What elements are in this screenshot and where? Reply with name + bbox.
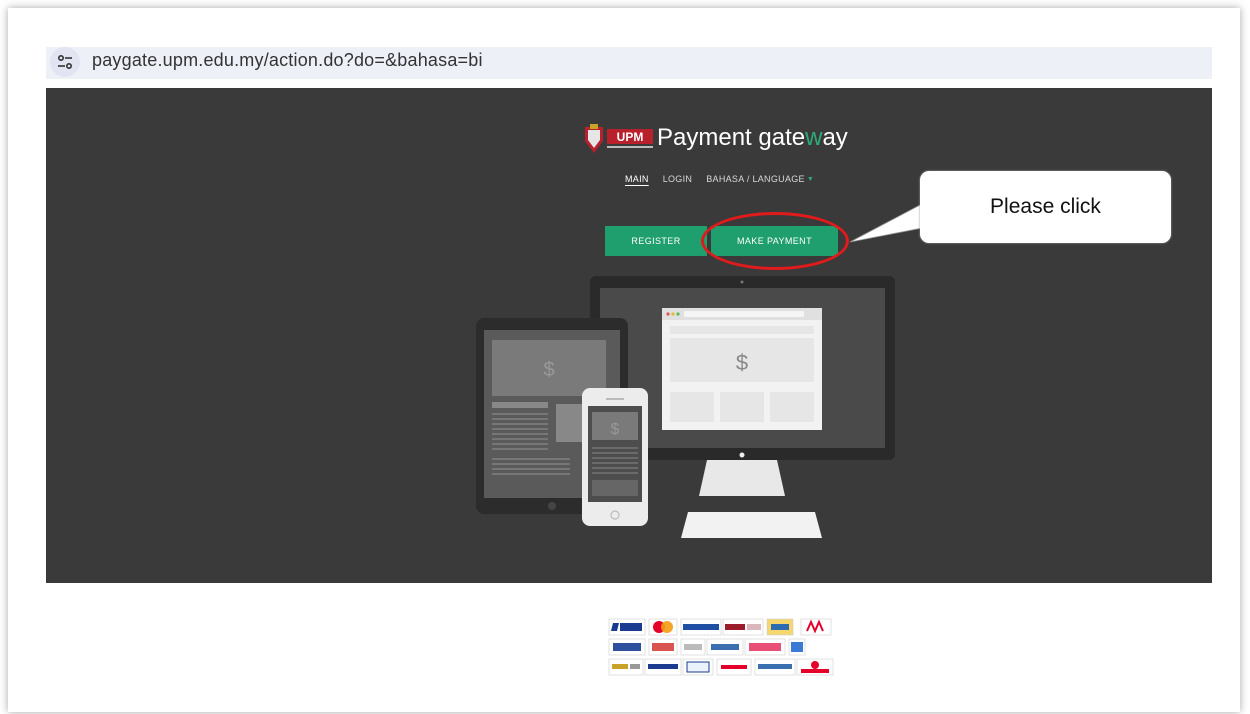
dollar-sign-phone: $	[611, 421, 620, 438]
tune-icon	[57, 54, 73, 70]
callout-text: Please click	[990, 195, 1101, 218]
url-text[interactable]: paygate.upm.edu.my/action.do?do=&bahasa=…	[92, 46, 483, 74]
caret-down-icon: ▼	[806, 176, 815, 183]
callout-tail	[849, 203, 923, 243]
make-payment-button[interactable]: MAKE PAYMENT	[711, 226, 838, 256]
upm-logo: UPM	[583, 121, 687, 155]
title-suffix: ay	[822, 124, 848, 151]
logo-text: UPM	[617, 130, 644, 144]
payment-methods-logos	[607, 617, 837, 679]
nav-item-login[interactable]: LOGIN	[663, 174, 693, 184]
nav-item-main[interactable]: MAIN	[625, 174, 649, 184]
register-button[interactable]: REGISTER	[605, 226, 707, 256]
nav-item-language[interactable]: BAHASA / LANGUAGE ▼	[706, 174, 814, 184]
nav-item-language-label: BAHASA / LANGUAGE	[706, 174, 805, 184]
devices-illustration: $ $ $	[476, 276, 895, 538]
title-accent: w	[805, 124, 823, 151]
dollar-sign-tablet: $	[543, 359, 554, 381]
main-nav: MAIN LOGIN BAHASA / LANGUAGE ▼	[625, 174, 814, 184]
dollar-sign-monitor: $	[736, 350, 748, 375]
site-settings-button[interactable]	[50, 47, 80, 77]
brand-header: UPM Payment gateway	[583, 121, 848, 155]
